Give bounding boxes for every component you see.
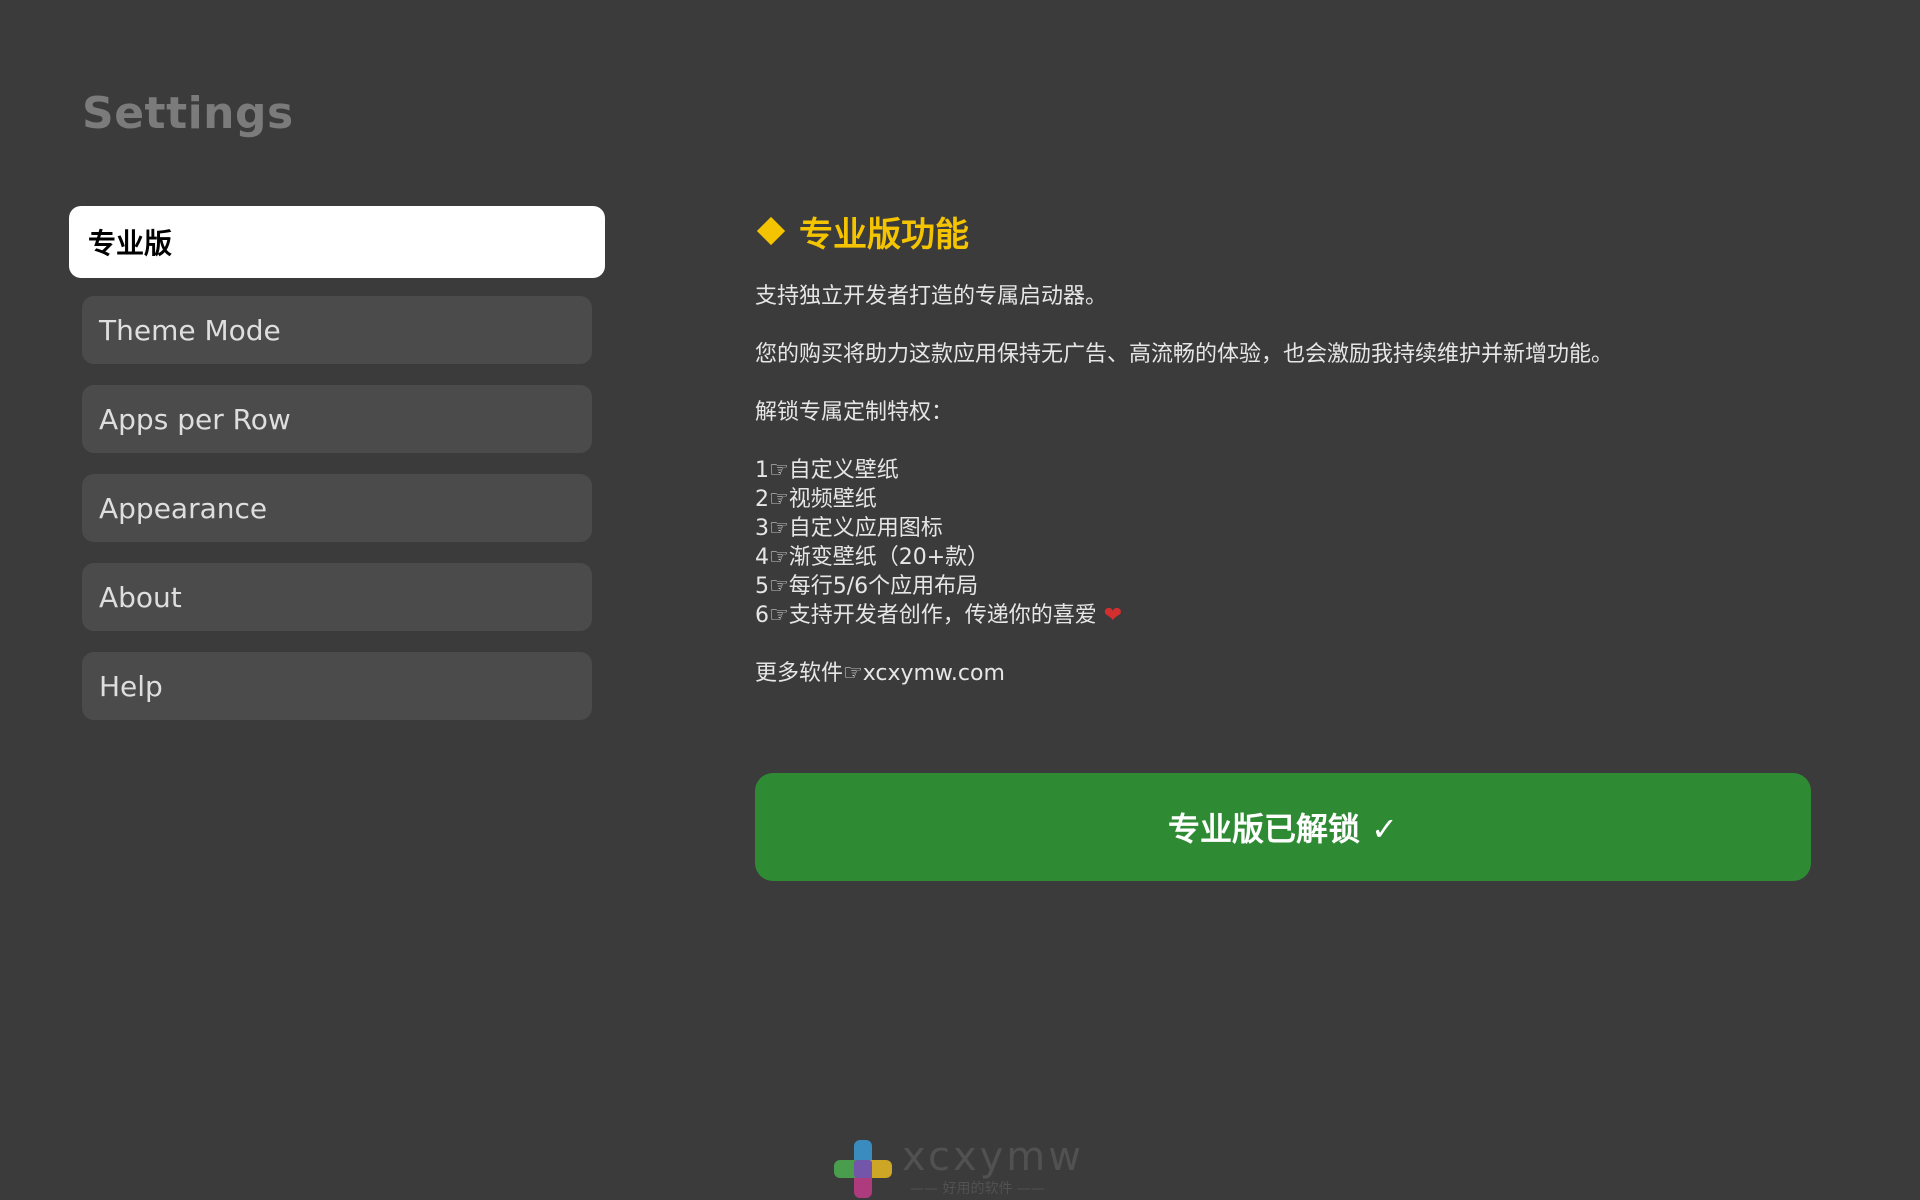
section-heading-text: 专业版功能: [799, 214, 969, 255]
pro-unlocked-button[interactable]: 专业版已解锁 ✓: [755, 773, 1811, 881]
support-text: 您的购买将助力这款应用保持无广告、高流畅的体验，也会激励我持续维护并新增功能。: [755, 342, 1614, 367]
cross-logo-icon: [834, 1140, 892, 1198]
nav-item-label: Appearance: [99, 491, 268, 525]
watermark-text: xcxymw: [902, 1134, 1084, 1180]
nav-item-label: Apps per Row: [99, 402, 291, 436]
nav-item-appearance[interactable]: Appearance: [82, 474, 592, 542]
watermark-logo: xcxymw —— 好用的软件 ——: [832, 1134, 1084, 1200]
unlock-privileges-label: 解锁专属定制特权：: [755, 400, 954, 425]
feature-item: 2☞视频壁纸: [755, 487, 877, 512]
intro-text: 支持独立开发者打造的专属启动器。: [755, 284, 1108, 309]
watermark-subtext: —— 好用的软件 ——: [910, 1181, 1045, 1197]
heart-icon: ❤: [1103, 603, 1123, 628]
nav-item-theme-mode[interactable]: Theme Mode: [82, 296, 592, 364]
settings-nav: 专业版 Theme Mode Apps per Row Appearance A…: [69, 206, 605, 741]
nav-item-about[interactable]: About: [82, 563, 592, 631]
more-software-link[interactable]: 更多软件☞xcxymw.com: [755, 659, 1811, 688]
page-title: Settings: [82, 88, 294, 139]
nav-item-pro[interactable]: 专业版: [69, 206, 605, 278]
nav-item-label: Theme Mode: [99, 313, 281, 347]
nav-item-label: About: [99, 580, 182, 614]
nav-item-apps-per-row[interactable]: Apps per Row: [82, 385, 592, 453]
nav-item-label: Help: [99, 669, 163, 703]
pro-features-panel: 专业版功能 支持独立开发者打造的专属启动器。 您的购买将助力这款应用保持无广告、…: [755, 206, 1811, 688]
diamond-icon: [756, 216, 786, 246]
feature-item: 4☞渐变壁纸（20+款）: [755, 545, 990, 570]
feature-item-with-heart: 6☞支持开发者创作，传递你的喜爱 ❤: [755, 601, 1811, 630]
nav-item-help[interactable]: Help: [82, 652, 592, 720]
section-heading: 专业版功能: [755, 206, 1811, 256]
feature-item: 5☞每行5/6个应用布局: [755, 574, 979, 599]
nav-item-label: 专业版: [88, 227, 173, 260]
feature-list: 1☞自定义壁纸 2☞视频壁纸 3☞自定义应用图标 4☞渐变壁纸（20+款） 5☞…: [755, 456, 1811, 630]
feature-item: 3☞自定义应用图标: [755, 516, 943, 541]
settings-page: Settings 专业版 Theme Mode Apps per Row App…: [0, 0, 1920, 1200]
feature-item: 1☞自定义壁纸: [755, 458, 899, 483]
feature-item: 6☞支持开发者创作，传递你的喜爱: [755, 603, 1097, 628]
